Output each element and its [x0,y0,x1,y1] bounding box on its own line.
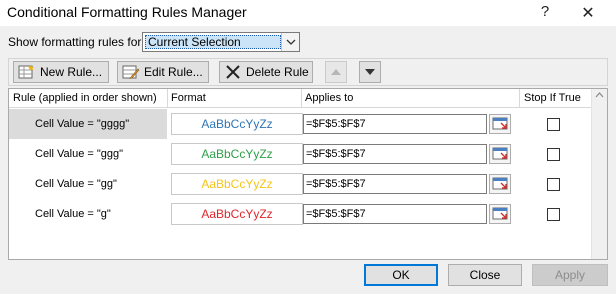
new-rule-icon [18,64,36,80]
new-rule-label: New Rule... [40,65,103,79]
applies-to-input[interactable]: =$F$5:$F$7 [303,174,487,194]
edit-rule-label: Edit Rule... [144,65,203,79]
list-scrollbar[interactable] [591,89,607,259]
rule-description: Cell Value = "ggg" [35,148,124,160]
stop-if-true-checkbox[interactable] [547,148,560,161]
format-preview: AaBbCcYyZz [171,143,303,165]
stop-if-true-checkbox[interactable] [547,118,560,131]
move-down-button[interactable] [359,61,381,83]
range-select-button[interactable] [489,144,511,164]
range-select-button[interactable] [489,204,511,224]
applies-to-input[interactable]: =$F$5:$F$7 [303,144,487,164]
format-preview: AaBbCcYyZz [171,113,303,135]
range-select-button[interactable] [489,174,511,194]
edit-rule-icon [122,64,140,80]
list-header: Rule (applied in order shown) Format App… [9,89,607,108]
rule-row[interactable]: Cell Value = "g" AaBbCcYyZz =$F$5:$F$7 [9,199,607,229]
ok-button[interactable]: OK [364,264,438,286]
apply-button[interactable]: Apply [532,264,608,286]
rules-toolbar: New Rule... Edit Rule... Delete Rule [8,58,608,86]
triangle-down-icon [365,69,375,75]
new-rule-button[interactable]: New Rule... [13,61,109,83]
edit-rule-button[interactable]: Edit Rule... [117,61,209,83]
close-button[interactable]: Close [448,264,522,286]
window-title: Conditional Formatting Rules Manager [7,4,247,20]
close-icon[interactable]: ✕ [578,3,598,23]
range-picker-icon [492,177,508,190]
column-header-stop-if-true[interactable]: Stop If True [524,92,581,104]
rule-description: Cell Value = "g" [35,208,111,220]
applies-to-input[interactable]: =$F$5:$F$7 [303,114,487,134]
column-header-rule[interactable]: Rule (applied in order shown) [13,92,157,104]
scroll-up-arrow-icon[interactable] [595,92,604,98]
delete-icon [224,64,242,80]
show-rules-label: Show formatting rules for: [8,35,145,49]
range-select-button[interactable] [489,114,511,134]
rule-description: Cell Value = "gg" [35,178,117,190]
column-header-format[interactable]: Format [171,92,206,104]
delete-rule-button[interactable]: Delete Rule [219,61,313,83]
rule-row[interactable]: Cell Value = "gg" AaBbCcYyZz =$F$5:$F$7 [9,169,607,199]
help-icon[interactable]: ? [535,3,555,20]
delete-rule-label: Delete Rule [246,65,309,79]
show-rules-selected-value: Current Selection [145,35,281,49]
move-up-button[interactable] [325,61,347,83]
chevron-down-icon [286,39,296,45]
format-preview: AaBbCcYyZz [171,173,303,195]
range-picker-icon [492,117,508,130]
rule-description: Cell Value = "gggg" [35,118,130,130]
rule-row[interactable]: Cell Value = "gggg" AaBbCcYyZz =$F$5:$F$… [9,109,607,139]
rule-row[interactable]: Cell Value = "ggg" AaBbCcYyZz =$F$5:$F$7 [9,139,607,169]
show-rules-dropdown[interactable]: Current Selection [142,32,300,52]
stop-if-true-checkbox[interactable] [547,208,560,221]
triangle-up-icon [331,69,341,75]
dropdown-arrow[interactable] [281,33,299,51]
range-picker-icon [492,147,508,160]
stop-if-true-checkbox[interactable] [547,178,560,191]
format-preview: AaBbCcYyZz [171,203,303,225]
applies-to-input[interactable]: =$F$5:$F$7 [303,204,487,224]
column-header-applies-to[interactable]: Applies to [305,92,353,104]
rules-list: Rule (applied in order shown) Format App… [8,88,608,260]
range-picker-icon [492,207,508,220]
title-bar: Conditional Formatting Rules Manager ? ✕ [0,0,616,26]
